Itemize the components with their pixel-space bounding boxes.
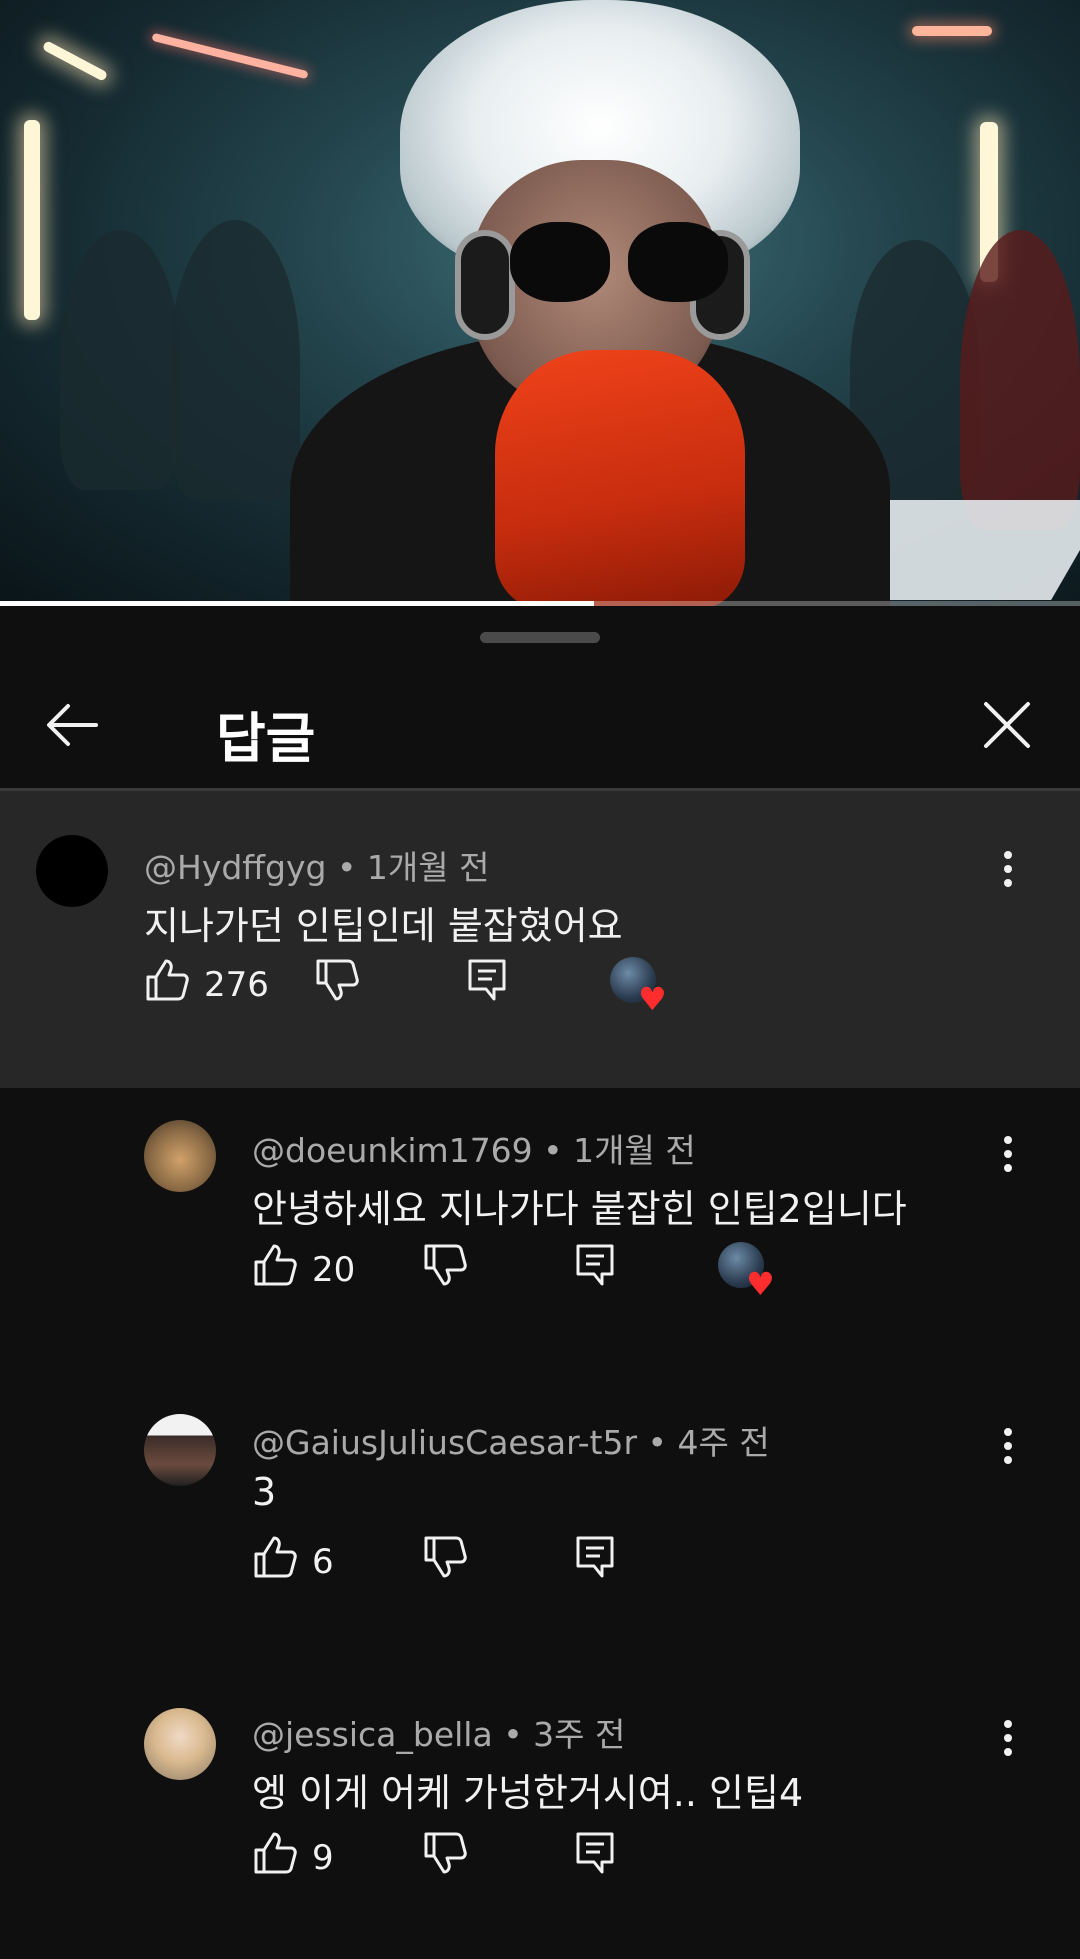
reply-icon	[468, 959, 506, 1001]
comment-text: 엥 이게 어케 가넝한거시여.. 인팁4	[252, 1771, 804, 1815]
dislike-button[interactable]	[422, 1534, 468, 1590]
more-button[interactable]	[988, 1130, 1028, 1186]
comment-author[interactable]: @jessica_bella	[252, 1715, 493, 1754]
creator-heart-icon: ♥	[638, 980, 667, 1018]
creator-heart-icon: ♥	[746, 1265, 775, 1303]
like-button[interactable]	[144, 957, 190, 1013]
reply-item: @doeunkim1769 • 1개월 전 안녕하세요 지나가다 붙잡힌 인팁2…	[0, 1120, 1080, 1340]
video-progress-fill	[0, 601, 594, 606]
like-count: 20	[312, 1250, 356, 1290]
dislike-button[interactable]	[422, 1242, 468, 1298]
reply-button[interactable]	[572, 1534, 618, 1590]
more-button[interactable]	[988, 1422, 1028, 1478]
more-button[interactable]	[988, 1714, 1028, 1770]
video-scarf	[495, 350, 745, 606]
comment-author[interactable]: @Hydffgyg	[144, 848, 326, 887]
video-headphone	[455, 230, 515, 340]
comment-actions: 20 ♥	[252, 1242, 1052, 1302]
thumbs-up-icon	[146, 959, 189, 1001]
avatar[interactable]	[144, 1120, 216, 1192]
comment-author[interactable]: @doeunkim1769	[252, 1131, 533, 1170]
close-button[interactable]	[974, 692, 1040, 758]
reply-item: @GaiusJuliusCaesar-t5r • 4주 전 3 6	[0, 1414, 1080, 1614]
video-sunglasses	[510, 222, 610, 302]
video-progress-bar[interactable]	[0, 601, 1080, 606]
comment-actions: 276 ♥	[144, 957, 1044, 1017]
comment-time: 4주 전	[677, 1423, 770, 1462]
thumbs-up-icon	[254, 1832, 297, 1874]
sheet-header: 답글	[0, 668, 1080, 788]
reply-icon	[576, 1244, 614, 1286]
comment-meta: @Hydffgyg • 1개월 전	[144, 848, 490, 887]
comment-text: 안녕하세요 지나가다 붙잡힌 인팁2입니다	[252, 1187, 907, 1231]
reply-button[interactable]	[572, 1830, 618, 1886]
avatar[interactable]	[144, 1708, 216, 1780]
back-button[interactable]	[40, 692, 106, 758]
thumbs-up-icon	[254, 1244, 297, 1286]
video-crowd	[170, 220, 300, 500]
replies-sheet: 답글 @Hydffgyg • 1개월 전 지나가던 인팁인데 붙잡혔어요 276	[0, 608, 1080, 1959]
thumbs-down-icon	[424, 1536, 467, 1578]
video-crowd	[960, 230, 1080, 530]
video-light	[41, 40, 109, 82]
video-light	[912, 26, 992, 36]
more-button[interactable]	[988, 845, 1028, 901]
comment-time: 3주 전	[533, 1715, 626, 1754]
thumbs-down-icon	[424, 1832, 467, 1874]
like-count: 6	[312, 1542, 334, 1582]
avatar[interactable]	[36, 835, 108, 907]
like-count: 276	[204, 965, 269, 1005]
comment-actions: 6	[252, 1534, 1052, 1594]
video-light	[24, 120, 40, 320]
creator-heart: ♥	[718, 1242, 778, 1302]
reply-icon	[576, 1832, 614, 1874]
close-icon	[984, 702, 1030, 748]
thumbs-down-icon	[316, 959, 359, 1001]
comment-author[interactable]: @GaiusJuliusCaesar-t5r	[252, 1423, 637, 1462]
creator-heart: ♥	[610, 957, 670, 1017]
video-crowd	[60, 230, 180, 490]
comment-actions: 9	[252, 1830, 1052, 1890]
like-button[interactable]	[252, 1534, 298, 1590]
video-light	[151, 32, 309, 80]
video-player[interactable]	[0, 0, 1080, 606]
comment-text: 3	[252, 1470, 277, 1514]
reply-button[interactable]	[572, 1242, 618, 1298]
comment-meta: @doeunkim1769 • 1개월 전	[252, 1131, 696, 1170]
reply-icon	[576, 1536, 614, 1578]
avatar[interactable]	[144, 1414, 216, 1486]
parent-comment: @Hydffgyg • 1개월 전 지나가던 인팁인데 붙잡혔어요 276 ♥	[0, 791, 1080, 1088]
sheet-title: 답글	[216, 707, 316, 770]
like-button[interactable]	[252, 1830, 298, 1886]
drag-handle[interactable]	[480, 632, 600, 643]
comment-text: 지나가던 인팁인데 붙잡혔어요	[144, 904, 623, 948]
video-sunglasses	[628, 222, 728, 302]
comment-time: 1개월 전	[573, 1131, 696, 1170]
thumbs-down-icon	[424, 1244, 467, 1286]
comment-meta: @jessica_bella • 3주 전	[252, 1715, 626, 1754]
comment-time: 1개월 전	[366, 848, 490, 887]
thumbs-up-icon	[254, 1536, 297, 1578]
like-button[interactable]	[252, 1242, 298, 1298]
dislike-button[interactable]	[314, 957, 360, 1013]
back-arrow-icon	[47, 704, 98, 746]
dislike-button[interactable]	[422, 1830, 468, 1886]
like-count: 9	[312, 1838, 334, 1878]
reply-item: @jessica_bella • 3주 전 엥 이게 어케 가넝한거시여.. 인…	[0, 1708, 1080, 1928]
comment-meta: @GaiusJuliusCaesar-t5r • 4주 전	[252, 1423, 770, 1462]
reply-button[interactable]	[464, 957, 510, 1013]
